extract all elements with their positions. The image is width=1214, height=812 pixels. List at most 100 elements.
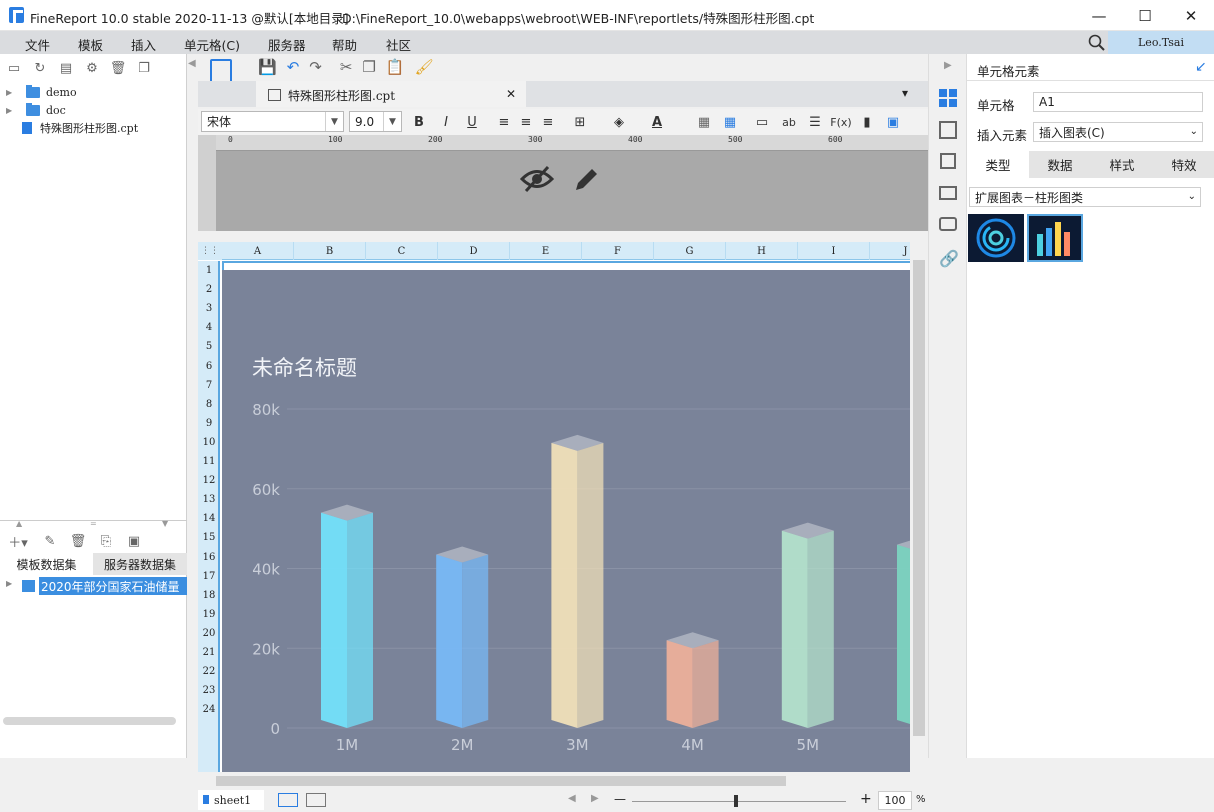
- chart-icon[interactable]: ▮: [858, 113, 876, 131]
- menu-cell[interactable]: 单元格(C): [184, 35, 240, 54]
- row-header[interactable]: 20: [198, 624, 220, 643]
- zoom-input[interactable]: 100: [878, 791, 912, 810]
- column-header-e[interactable]: E: [510, 242, 582, 260]
- copy-icon[interactable]: ❐: [362, 58, 375, 76]
- row-header[interactable]: 24: [198, 700, 220, 719]
- copy-icon[interactable]: ❐: [136, 60, 152, 76]
- text-button[interactable]: ab: [779, 113, 799, 131]
- tab-type[interactable]: 类型: [967, 151, 1029, 178]
- row-header[interactable]: 10: [198, 433, 220, 452]
- select-all-corner[interactable]: ⋮⋮: [198, 242, 222, 260]
- tree-item-doc[interactable]: ▶ doc: [0, 101, 66, 119]
- edit-pencil-icon[interactable]: [572, 164, 602, 197]
- column-header-b[interactable]: B: [294, 242, 366, 260]
- font-size-select[interactable]: 9.0 ▼: [349, 111, 402, 132]
- merge-icon[interactable]: ▦: [695, 113, 713, 131]
- expand-arrow-icon[interactable]: ▶: [6, 106, 16, 115]
- row-header[interactable]: 15: [198, 528, 220, 547]
- ring-chart-thumbnail[interactable]: [968, 214, 1024, 262]
- bar-chart-thumbnail[interactable]: [1027, 214, 1083, 262]
- border-icon[interactable]: ⊞: [571, 113, 589, 131]
- italic-button[interactable]: I: [437, 113, 455, 131]
- tab-effects[interactable]: 特效: [1153, 151, 1214, 178]
- float-element-icon[interactable]: [940, 153, 956, 169]
- minimize-button[interactable]: —: [1076, 0, 1122, 31]
- collapse-panel-icon[interactable]: ↙: [1195, 59, 1207, 75]
- cell-element-icon[interactable]: [939, 89, 957, 107]
- new-folder-icon[interactable]: ▭: [6, 60, 22, 76]
- menu-template[interactable]: 模板: [78, 35, 103, 54]
- row-header[interactable]: 13: [198, 490, 220, 509]
- next-sheet-icon[interactable]: ▶: [591, 793, 599, 804]
- chart-type-select[interactable]: 扩展图表－柱形图类 ⌄: [969, 187, 1201, 207]
- column-header-i[interactable]: I: [798, 242, 870, 260]
- close-tab-icon[interactable]: ✕: [506, 87, 516, 101]
- line-icon[interactable]: ▭: [753, 113, 771, 131]
- menu-community[interactable]: 社区: [386, 35, 411, 54]
- image-icon[interactable]: ▣: [884, 113, 902, 131]
- column-header-h[interactable]: H: [726, 242, 798, 260]
- formula-button[interactable]: F(x): [830, 113, 852, 131]
- column-header-d[interactable]: D: [438, 242, 510, 260]
- undo-icon[interactable]: ↶: [287, 58, 300, 76]
- row-header[interactable]: 22: [198, 662, 220, 681]
- cell-attribute-icon[interactable]: [939, 121, 957, 139]
- scroll-thumb[interactable]: [913, 260, 925, 736]
- zoom-in-button[interactable]: +: [860, 791, 872, 807]
- left-scrollbar[interactable]: [3, 717, 176, 725]
- horizontal-scrollbar[interactable]: [198, 772, 928, 790]
- edit-icon[interactable]: ✎: [42, 533, 58, 549]
- cut-icon[interactable]: ✂: [340, 58, 353, 76]
- column-header-c[interactable]: C: [366, 242, 438, 260]
- condition-icon[interactable]: [939, 217, 957, 231]
- refresh-icon[interactable]: ↻: [32, 60, 48, 76]
- row-header[interactable]: 6: [198, 357, 220, 376]
- hyperlink-icon[interactable]: 🔗: [939, 249, 959, 268]
- settings-icon[interactable]: ⚙: [84, 60, 100, 76]
- row-header[interactable]: 9: [198, 414, 220, 433]
- tree-item-file[interactable]: 特殊图形柱形图.cpt: [22, 119, 138, 137]
- column-header-f[interactable]: F: [582, 242, 654, 260]
- font-family-select[interactable]: 宋体 ▼: [201, 111, 344, 132]
- dataset-row[interactable]: ▶ 2020年部分国家石油储量: [0, 577, 187, 595]
- row-header[interactable]: 17: [198, 567, 220, 586]
- row-header[interactable]: 1: [198, 261, 220, 280]
- add-sheet-icon[interactable]: [278, 793, 298, 807]
- row-header[interactable]: 2: [198, 280, 220, 299]
- hide-icon[interactable]: [519, 164, 555, 197]
- underline-button[interactable]: U: [463, 113, 481, 131]
- tab-data[interactable]: 数据: [1029, 151, 1091, 178]
- row-header[interactable]: 11: [198, 452, 220, 471]
- vertical-scrollbar[interactable]: [910, 242, 928, 772]
- sheet-tab[interactable]: sheet1: [198, 790, 264, 810]
- prev-sheet-icon[interactable]: ◀: [568, 793, 576, 804]
- zoom-slider[interactable]: [632, 801, 846, 802]
- collapse-right-icon[interactable]: ▶: [944, 60, 952, 71]
- delete-dataset-icon[interactable]: 🗑: [70, 533, 87, 549]
- tab-style[interactable]: 样式: [1091, 151, 1153, 178]
- tab-server-dataset[interactable]: 服务器数据集: [93, 553, 187, 575]
- row-header[interactable]: 18: [198, 586, 220, 605]
- fill-color-icon[interactable]: ◈: [610, 113, 628, 131]
- align-left-icon[interactable]: ≡: [495, 113, 513, 131]
- collapse-left-icon[interactable]: ◀: [188, 58, 196, 69]
- save-icon[interactable]: 💾: [258, 58, 277, 76]
- expand-arrow-icon[interactable]: ▶: [6, 88, 16, 97]
- paste-icon[interactable]: 📋: [386, 58, 405, 76]
- zoom-out-button[interactable]: —: [614, 792, 626, 806]
- add-poly-sheet-icon[interactable]: [306, 793, 326, 807]
- row-header[interactable]: 7: [198, 376, 220, 395]
- tab-menu-icon[interactable]: ▾: [902, 86, 908, 100]
- row-header[interactable]: 14: [198, 509, 220, 528]
- row-header[interactable]: 3: [198, 299, 220, 318]
- row-header[interactable]: 21: [198, 643, 220, 662]
- insert-element-select[interactable]: 插入图表(C) ⌄: [1033, 122, 1203, 142]
- close-button[interactable]: ✕: [1168, 0, 1214, 31]
- chart-container[interactable]: 未命名标题020k40k60k80k1M2M3M4M5M6M: [222, 270, 910, 773]
- row-header[interactable]: 4: [198, 318, 220, 337]
- maximize-button[interactable]: ☐: [1122, 0, 1168, 31]
- tree-item-demo[interactable]: ▶ demo: [0, 83, 77, 101]
- font-color-icon[interactable]: A: [648, 113, 666, 131]
- export-icon[interactable]: ▣: [126, 533, 142, 549]
- column-header-a[interactable]: A: [222, 242, 294, 260]
